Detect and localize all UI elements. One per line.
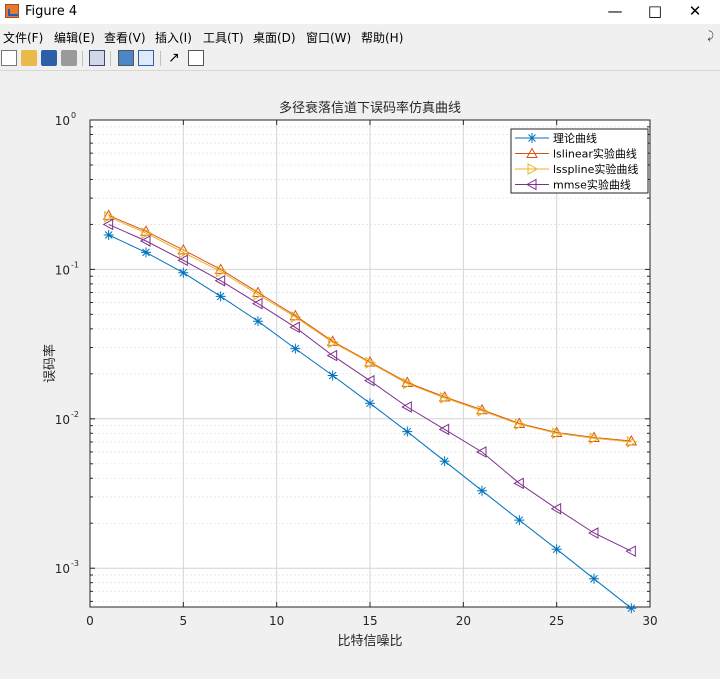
toolbar-separator [160,51,161,66]
matlab-icon [5,4,19,18]
toolbar-separator [82,51,83,66]
data-point-series-0 [439,456,450,467]
data-point-series-0 [589,573,599,584]
y-tick-label-exponent: 0 [71,111,76,120]
pointer-icon[interactable]: ↗ [168,50,184,66]
menu-help[interactable]: 帮助(H) [361,29,403,46]
legend-entry-label: lslinear实验曲线 [553,147,637,161]
x-tick-label: 10 [269,614,284,628]
x-tick-label: 25 [549,614,564,628]
chart-title: 多径衰落信道下误码率仿真曲线 [279,100,461,116]
legend-entry-label: lsspline实验曲线 [553,162,638,176]
legend-entry-label: 理论曲线 [553,131,597,145]
data-point-series-0 [103,229,114,240]
print-icon[interactable] [61,50,77,66]
window-title: Figure 4 [25,4,78,19]
y-tick-label-base: 10 [55,114,70,128]
new-figure-icon[interactable] [1,50,17,66]
save-icon[interactable] [41,50,57,66]
y-tick-label-base: 10 [55,413,70,427]
data-point-series-0 [626,603,637,614]
data-point-series-0 [365,398,375,409]
menu-overflow-icon[interactable]: ⤸ [707,29,714,43]
open-file-icon[interactable] [21,50,37,66]
menu-bar: 文件(F) 编辑(E) 查看(V) 插入(I) 工具(T) 桌面(D) 窗口(W… [0,26,720,46]
data-point-series-0 [290,343,301,354]
x-tick-label: 0 [86,614,94,628]
property-inspector-icon[interactable] [188,50,204,66]
y-tick-label-exponent: -1 [71,260,79,269]
close-icon[interactable]: ✕ [675,0,715,24]
y-tick-label-exponent: -2 [71,410,79,419]
window-titlebar: Figure 4 — □ ✕ [0,0,720,24]
menu-view[interactable]: 查看(V) [104,29,146,46]
x-tick-label: 15 [362,614,377,628]
legend-icon[interactable] [138,50,154,66]
link-plot-icon[interactable] [89,50,105,66]
data-point-series-0 [477,485,487,496]
maximize-icon[interactable]: □ [635,0,675,24]
data-point-series-0 [253,316,263,327]
menu-edit[interactable]: 编辑(E) [54,29,95,46]
y-tick-label-exponent: -3 [71,559,79,568]
data-point-series-0 [141,247,151,258]
x-tick-label: 20 [456,614,471,628]
figure-canvas: 0 5 10 15 20 25 30 10 0 10 -1 10 -2 10 -3 多径衰落信道下误码率仿真曲… [0,72,720,675]
y-axis-label: 误码率 [42,344,58,383]
x-tick-label: 30 [642,614,657,628]
colorbar-icon[interactable] [118,50,134,66]
minimize-icon[interactable]: — [595,0,635,24]
legend-swatch-marker [527,133,537,143]
ber-chart: 0 5 10 15 20 25 3010 010 -110 -210 -3多径衰落信道下误码率仿真曲… [42,100,658,649]
menu-tools[interactable]: 工具(T) [203,29,244,46]
figure-toolbar: ↗ [0,48,720,71]
legend-entry-label: mmse实验曲线 [553,178,631,192]
data-point-series-0 [327,370,338,381]
menu-file[interactable]: 文件(F) [3,29,43,46]
x-tick-label: 5 [180,614,188,628]
menu-desktop[interactable]: 桌面(D) [253,29,296,46]
data-point-series-0 [402,426,413,437]
toolbar-separator [110,51,111,66]
x-axis-label: 比特信噪比 [337,634,402,649]
data-point-series-0 [178,267,189,278]
y-tick-label-base: 10 [55,263,70,277]
menu-insert[interactable]: 插入(I) [155,29,192,46]
menu-window[interactable]: 窗口(W) [306,29,351,46]
y-tick-label-base: 10 [55,562,70,576]
data-point-series-0 [215,291,226,302]
